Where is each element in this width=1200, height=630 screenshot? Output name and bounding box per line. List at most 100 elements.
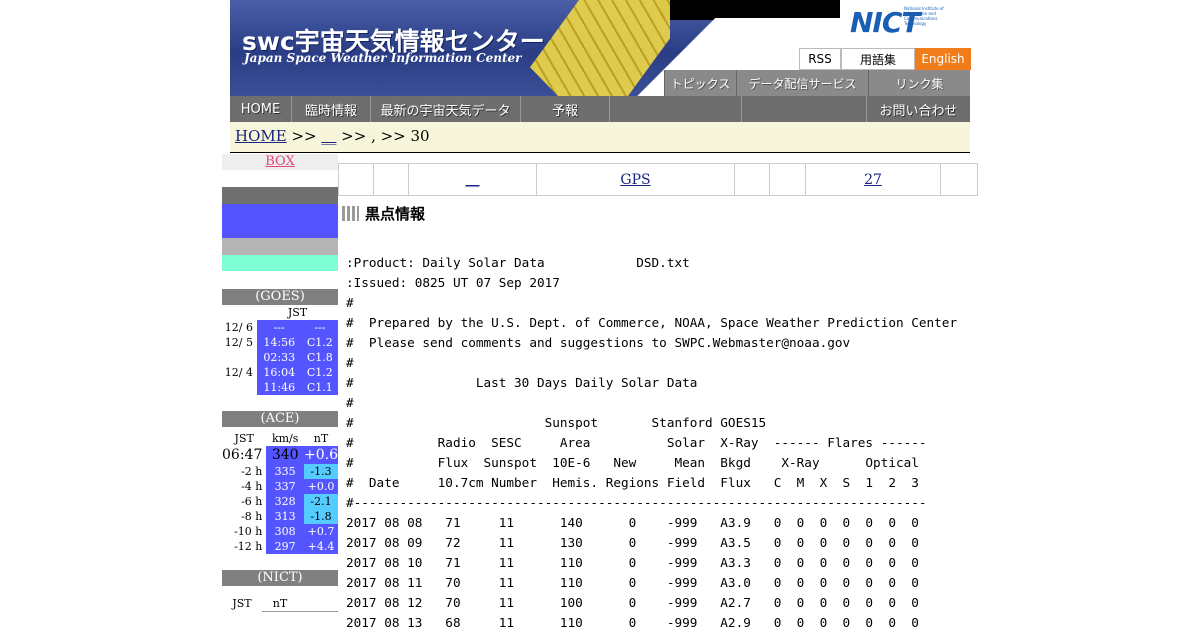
link-cell-1[interactable] (338, 163, 374, 196)
ace-col-jst: JST (234, 432, 254, 445)
link-27[interactable]: 27 (864, 172, 882, 188)
goes-col-jst: JST (287, 306, 308, 319)
nav-latest-data[interactable]: 最新の宇宙天気データ (371, 96, 521, 122)
report-line: :Issued: 0825 UT 07 Sep 2017 (346, 275, 560, 290)
site-header: swc宇宙天気情報センター Japan Space Weather Inform… (230, 0, 971, 96)
left-sidebar: BOX (GOES) JST 12/ 6 --- --- 12/ 5 14:56 C1.2… (222, 153, 338, 612)
english-button[interactable]: English (915, 48, 971, 70)
report-line: 2017 08 10 71 11 110 0 -999 A3.3 0 0 0 0… (346, 555, 919, 570)
ace-now-speed: 340 (266, 446, 304, 464)
nict-magnetometer-table: JST nT (222, 596, 338, 612)
title-bars-icon (342, 206, 359, 221)
ace-offset: -10 h (234, 525, 263, 538)
nav-blank-1[interactable] (610, 96, 742, 122)
ace-row: -10 h 308 +0.7 (222, 524, 338, 539)
ace-row: -12 h 297 +4.4 (222, 539, 338, 554)
goes-date (222, 380, 257, 395)
ace-bz: +0.0 (304, 479, 338, 494)
link-cell-5[interactable] (734, 163, 770, 196)
report-line: # (346, 295, 354, 310)
goes-class: C1.2 (301, 365, 338, 380)
ace-now-bz: +0.6 (304, 446, 338, 464)
report-line: :Product: Daily Solar Data DSD.txt (346, 255, 690, 270)
ace-row: -8 h 313 -1.8 (222, 509, 338, 524)
goes-time: --- (257, 320, 302, 335)
ace-col-bz: nT (313, 432, 329, 445)
report-line: #---------------------------------------… (346, 495, 927, 510)
ace-panel-header[interactable]: (ACE) (222, 411, 338, 427)
goes-time: 11:46 (257, 380, 302, 395)
subnav-topics[interactable]: トピックス (664, 70, 736, 96)
report-line: 2017 08 09 72 11 130 0 -999 A3.5 0 0 0 0… (346, 535, 919, 550)
data-link-row: __ GPS 27 (338, 163, 978, 196)
breadcrumb: HOME >> __ >> , >> 30 (230, 122, 970, 153)
breadcrumb-home-link[interactable]: HOME (235, 127, 287, 145)
nict-col-nt: nT (262, 596, 298, 612)
rss-button[interactable]: RSS (799, 48, 841, 70)
glossary-button[interactable]: 用語集 (841, 48, 915, 70)
ace-row: -2 h 335 -1.3 (222, 464, 338, 479)
nict-logo[interactable]: NICT National Institute of Information a… (848, 2, 948, 48)
link-cell-6[interactable] (769, 163, 806, 196)
goes-row: 02:33 C1.8 (222, 350, 338, 365)
ace-row: -4 h 337 +0.0 (222, 479, 338, 494)
goes-class: C1.2 (301, 335, 338, 350)
nict-panel-header[interactable]: (NICT) (222, 570, 338, 586)
breadcrumb-current: >> , >> 30 (341, 127, 430, 145)
goes-panel-header[interactable]: (GOES) (222, 289, 338, 305)
report-line: # (346, 355, 354, 370)
subnav-links[interactable]: リンク集 (868, 70, 970, 96)
ace-bz: -2.1 (304, 494, 338, 509)
nav-forecast[interactable]: 予報 (521, 96, 610, 122)
top-buttons: RSS 用語集 English (799, 48, 971, 70)
goes-date: 12/ 6 (224, 321, 253, 334)
ace-bz: +4.4 (304, 539, 338, 554)
ace-bz: +0.7 (304, 524, 338, 539)
subnav-data-service[interactable]: データ配信サービス (736, 70, 868, 96)
link-gps[interactable]: GPS (620, 172, 650, 188)
sidebar-grey-bar[interactable] (222, 187, 338, 204)
nict-logo-subtitle: National Institute of Information and Co… (904, 6, 944, 26)
ace-offset: -2 h (241, 465, 263, 478)
report-line: # Radio SESC Area Solar X-Ray ------ Fla… (346, 435, 927, 450)
sidebar-blue-panel[interactable] (222, 204, 338, 238)
goes-time: 16:04 (257, 365, 302, 380)
link-cell-2[interactable] (373, 163, 409, 196)
report-line: # Date 10.7cm Number Hemis. Regions Fiel… (346, 475, 919, 490)
report-line: 2017 08 12 70 11 100 0 -999 A2.7 0 0 0 0… (346, 595, 919, 610)
ace-speed: 328 (266, 494, 304, 509)
sidebar-box-link[interactable]: BOX (222, 154, 338, 170)
goes-time: 02:33 (257, 350, 302, 365)
link-cell-8[interactable] (940, 163, 978, 196)
sub-navigation: トピックス データ配信サービス リンク集 (664, 70, 970, 96)
goes-class: C1.1 (301, 380, 338, 395)
goes-row: 11:46 C1.1 (222, 380, 338, 395)
report-line: 2017 08 08 71 11 140 0 -999 A3.9 0 0 0 0… (346, 515, 919, 530)
nav-blank-2[interactable] (742, 96, 867, 122)
report-line: # Prepared by the U.S. Dept. of Commerce… (346, 315, 958, 330)
ace-offset: -6 h (241, 495, 263, 508)
section-title-text: 黒点情報 (365, 205, 426, 223)
goes-flare-table: JST 12/ 6 --- --- 12/ 5 14:56 C1.2 02:33 C1.8 12… (222, 305, 338, 395)
ace-speed: 313 (266, 509, 304, 524)
goes-row: 12/ 5 14:56 C1.2 (222, 335, 338, 350)
report-line: # Please send comments and suggestions t… (346, 335, 851, 350)
goes-class: --- (301, 320, 338, 335)
breadcrumb-section-link[interactable]: __ (321, 127, 336, 145)
sidebar-light-grey-bar[interactable] (222, 238, 338, 255)
main-navigation: HOME 臨時情報 最新の宇宙天気データ 予報 お問い合わせ (230, 96, 970, 122)
report-line: # Flux Sunspot 10E-6 New Mean Bkgd X-Ray… (346, 455, 919, 470)
ace-solar-wind-table: JST km/s nT 06:47 340 +0.6 -2 h 335 -1.3 -4… (222, 431, 338, 554)
goes-row: 12/ 4 16:04 C1.2 (222, 365, 338, 380)
sidebar-mint-bar[interactable] (222, 255, 338, 271)
nav-contact[interactable]: お問い合わせ (867, 96, 970, 122)
sidebar-blank-bar (222, 170, 338, 187)
section-title: 黒点情報 (342, 203, 425, 224)
site-logo-english: Japan Space Weather Information Center (244, 51, 522, 65)
nav-home[interactable]: HOME (230, 96, 292, 122)
report-line: # Last 30 Days Daily Solar Data (346, 375, 698, 390)
goes-date: 12/ 4 (224, 366, 253, 379)
nav-alerts[interactable]: 臨時情報 (292, 96, 371, 122)
link-underscore[interactable]: __ (466, 172, 480, 188)
goes-date (222, 350, 257, 365)
